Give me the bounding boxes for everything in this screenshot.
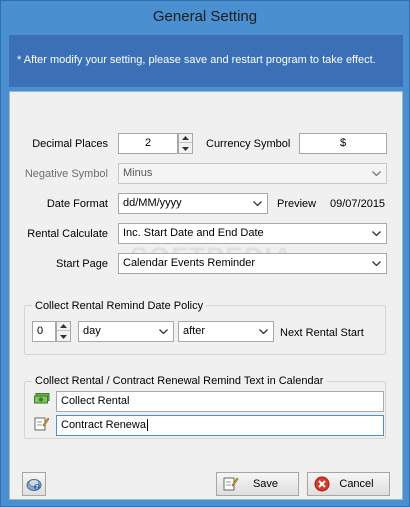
money-icon <box>33 393 50 410</box>
contract-renewal-value: Contract Renewa <box>61 419 146 431</box>
rental-calculate-select[interactable]: Inc. Start Date and End Date <box>118 223 387 244</box>
remind-count-spinner[interactable] <box>56 321 71 342</box>
date-format-value: dd/MM/yyyy <box>123 197 182 209</box>
spin-up-icon[interactable] <box>57 322 70 331</box>
remind-direction-select[interactable]: after <box>178 321 274 342</box>
contract-renewal-text-input[interactable]: Contract Renewa <box>56 415 384 436</box>
negative-symbol-select[interactable]: Minus <box>118 163 387 184</box>
save-button[interactable]: Save <box>216 472 299 496</box>
date-format-label: Date Format <box>46 198 108 210</box>
remind-policy-title: Collect Rental Remind Date Policy <box>32 300 207 312</box>
preview-label: Preview <box>277 198 317 210</box>
date-format-select[interactable]: dd/MM/yyyy <box>118 193 268 214</box>
chevron-down-icon <box>370 164 382 183</box>
currency-symbol-label: Currency Symbol <box>206 138 291 150</box>
decimal-places-spinner[interactable] <box>178 133 193 154</box>
spin-down-icon[interactable] <box>179 144 192 153</box>
chevron-down-icon <box>257 322 269 341</box>
cancel-icon <box>314 476 330 492</box>
help-button[interactable]: ? <box>22 472 46 496</box>
negative-symbol-label: Negative Symbol <box>24 168 108 180</box>
edit-document-icon <box>34 416 50 434</box>
save-label: Save <box>252 478 279 490</box>
negative-symbol-value: Minus <box>123 167 153 179</box>
chevron-down-icon <box>370 224 382 243</box>
decimal-places-label: Decimal Places <box>32 138 108 150</box>
spin-up-icon[interactable] <box>179 134 192 143</box>
chevron-down-icon <box>251 194 263 213</box>
rental-calculate-value: Inc. Start Date and End Date <box>123 227 264 239</box>
remind-text-title: Collect Rental / Contract Renewal Remind… <box>32 375 327 387</box>
cancel-label: Cancel <box>339 478 374 490</box>
remind-count-input[interactable]: 0 <box>32 321 56 342</box>
start-page-select[interactable]: Calendar Events Reminder <box>118 253 387 274</box>
cancel-button[interactable]: Cancel <box>307 472 390 496</box>
text-cursor <box>147 419 148 432</box>
preview-value: 09/07/2015 <box>330 198 386 210</box>
remind-suffix-text: Next Rental Start <box>280 327 364 339</box>
svg-text:?: ? <box>36 485 39 491</box>
remind-unit-select[interactable]: day <box>78 321 174 342</box>
remind-direction-value: after <box>183 325 206 337</box>
spin-down-icon[interactable] <box>57 332 70 341</box>
settings-panel: SOFTPEDIA Decimal Places 2 Currency Symb… <box>9 91 403 500</box>
currency-symbol-input[interactable]: $ <box>299 133 387 154</box>
rental-calculate-label: Rental Calculate <box>27 228 108 240</box>
help-icon: ? <box>26 476 42 492</box>
start-page-value: Calendar Events Reminder <box>123 257 256 269</box>
collect-rental-text-input[interactable]: Collect Rental <box>56 391 384 412</box>
start-page-label: Start Page <box>56 258 108 270</box>
window-title: General Setting <box>152 8 258 25</box>
decimal-places-input[interactable]: 2 <box>118 133 178 154</box>
settings-window: General Setting * After modify your sett… <box>0 0 410 507</box>
remind-unit-value: day <box>83 325 101 337</box>
restart-notice: * After modify your setting, please save… <box>9 35 403 87</box>
chevron-down-icon <box>370 254 382 273</box>
save-icon <box>223 476 239 492</box>
chevron-down-icon <box>157 322 169 341</box>
